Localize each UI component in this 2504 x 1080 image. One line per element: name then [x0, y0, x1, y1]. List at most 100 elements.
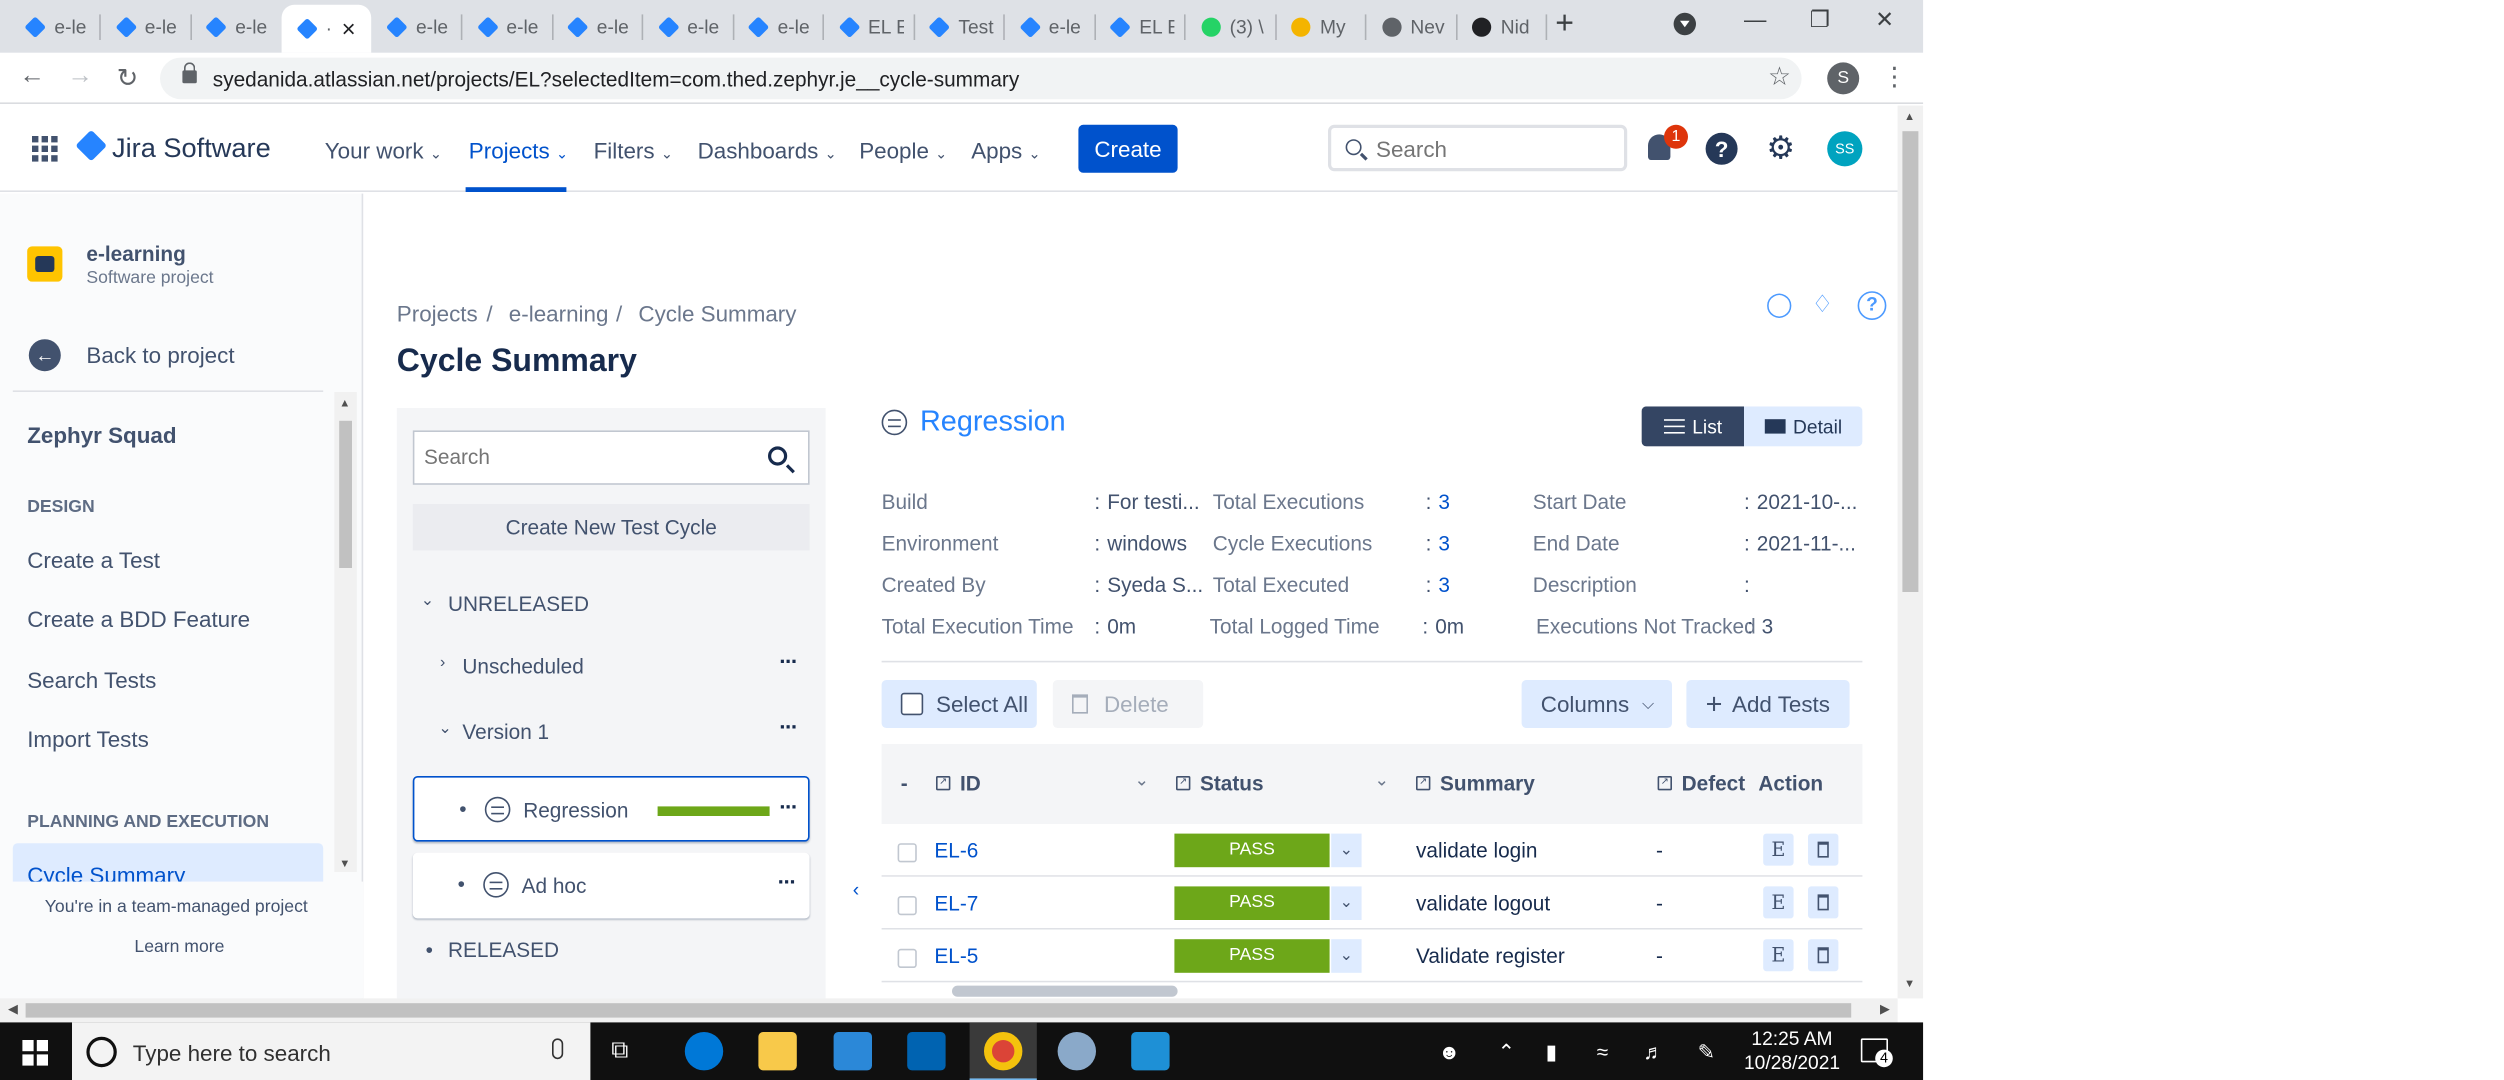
pin-icon[interactable]: ↗: [1176, 776, 1191, 791]
breadcrumb-projects[interactable]: Projects: [397, 301, 478, 327]
address-bar[interactable]: syedanida.atlassian.net/projects/EL?sele…: [160, 57, 1802, 100]
scroll-left-arrow-icon[interactable]: ◀: [8, 1002, 18, 1016]
jira-logo-icon[interactable]: [75, 129, 108, 162]
list-view-button[interactable]: List: [1641, 406, 1744, 447]
chevron-up-icon[interactable]: ⌃: [1498, 1040, 1515, 1066]
lightbulb-icon[interactable]: ◯: [1765, 291, 1794, 320]
cycle-card-ad-hoc[interactable]: • Ad hoc ···: [412, 852, 810, 919]
column-header-status[interactable]: Status: [1200, 771, 1264, 795]
minimize-icon[interactable]: —: [1744, 6, 1766, 32]
paint-icon[interactable]: [1057, 1032, 1096, 1071]
nav-dashboards[interactable]: Dashboards ⌄: [698, 138, 837, 164]
more-options-icon[interactable]: ···: [779, 714, 798, 740]
chrome-icon[interactable]: [984, 1032, 1023, 1071]
browser-tab[interactable]: EL E: [1101, 6, 1174, 46]
browser-tab[interactable]: e-le: [649, 6, 723, 46]
system-clock[interactable]: 12:25 AM 10/28/2021: [1744, 1027, 1840, 1075]
scroll-up-arrow-icon[interactable]: ▲: [339, 398, 350, 409]
browser-tab[interactable]: e-le: [739, 6, 813, 46]
columns-button[interactable]: Columns ⌵: [1521, 680, 1672, 728]
scroll-down-arrow-icon[interactable]: ▼: [339, 859, 350, 870]
browser-tab[interactable]: e-le: [16, 6, 90, 46]
issue-id-link[interactable]: EL-5: [934, 944, 978, 968]
row-checkbox[interactable]: [897, 948, 917, 968]
breadcrumb-project[interactable]: e-learning: [509, 301, 609, 327]
help-icon[interactable]: ?: [1705, 132, 1738, 165]
browser-tab[interactable]: My: [1282, 6, 1356, 46]
sidebar-item-import-tests[interactable]: Import Tests: [27, 726, 149, 752]
back-arrow-circle-icon[interactable]: ←: [28, 339, 61, 372]
add-tests-button[interactable]: + Add Tests: [1686, 680, 1850, 728]
nav-projects[interactable]: Projects ⌄: [469, 138, 568, 164]
status-badge[interactable]: PASS: [1174, 939, 1330, 973]
pin-icon[interactable]: ↗: [1416, 776, 1431, 791]
product-name[interactable]: Jira Software: [112, 133, 271, 165]
execute-button[interactable]: E: [1763, 833, 1794, 866]
project-name[interactable]: e-learning: [86, 242, 185, 266]
scrollbar-thumb[interactable]: [25, 1003, 1852, 1018]
column-header-id[interactable]: ID: [960, 771, 981, 795]
page-vertical-scrollbar[interactable]: ▲ ▼: [1897, 105, 1924, 999]
issue-id-link[interactable]: EL-6: [934, 838, 978, 862]
create-button[interactable]: Create: [1078, 124, 1178, 173]
nav-filters[interactable]: Filters ⌄: [594, 138, 673, 164]
tree-node-unscheduled[interactable]: Unscheduled: [462, 654, 583, 678]
close-tab-icon[interactable]: ×: [342, 15, 356, 42]
sidebar-item-search-tests[interactable]: Search Tests: [27, 667, 156, 693]
create-test-cycle-button[interactable]: Create New Test Cycle: [412, 504, 810, 551]
browser-tab[interactable]: e-le: [558, 6, 632, 46]
browser-tab[interactable]: (3) \: [1191, 6, 1265, 46]
close-window-icon[interactable]: ✕: [1875, 6, 1894, 33]
select-all-button[interactable]: Select All: [881, 680, 1037, 728]
sidebar-item-create-test[interactable]: Create a Test: [27, 547, 160, 573]
back-arrow-icon[interactable]: ←: [19, 62, 45, 91]
nav-your-work[interactable]: Your work ⌄: [325, 138, 442, 164]
pen-icon[interactable]: ✎: [1698, 1040, 1715, 1066]
action-center-icon[interactable]: 4: [1860, 1038, 1893, 1068]
scrollbar-thumb[interactable]: [339, 420, 352, 568]
store-icon[interactable]: [833, 1032, 872, 1071]
search-icon[interactable]: [768, 446, 788, 466]
row-checkbox[interactable]: [897, 896, 917, 916]
nav-people[interactable]: People ⌄: [859, 138, 947, 164]
browser-tab[interactable]: · ×: [280, 4, 371, 53]
pin-icon[interactable]: ↗: [936, 776, 951, 791]
scroll-down-arrow-icon[interactable]: ▼: [1904, 979, 1915, 990]
app-switcher-icon[interactable]: [32, 136, 58, 162]
collapse-panel-icon[interactable]: ‹: [853, 878, 859, 900]
more-options-icon[interactable]: ···: [779, 648, 798, 674]
browser-menu-icon[interactable]: ⋮: [1882, 61, 1908, 93]
bell-outline-icon[interactable]: ♢: [1808, 291, 1837, 320]
browser-profile-avatar[interactable]: S: [1827, 62, 1860, 95]
chevron-down-icon[interactable]: ⌄: [1331, 939, 1362, 973]
bookmark-star-icon[interactable]: ☆: [1768, 61, 1791, 93]
user-avatar[interactable]: SS: [1827, 131, 1863, 167]
task-view-icon[interactable]: ⧉: [611, 1037, 628, 1064]
browser-tab[interactable]: Test: [920, 6, 994, 46]
column-header-summary[interactable]: Summary: [1440, 771, 1535, 795]
global-search-input[interactable]: [1376, 134, 1616, 164]
chevron-right-icon[interactable]: ›: [440, 654, 445, 672]
browser-tab[interactable]: e-le: [378, 6, 452, 46]
scroll-up-arrow-icon[interactable]: ▲: [1904, 112, 1915, 123]
mail-icon[interactable]: [907, 1032, 946, 1071]
info-value-cycle-executions[interactable]: 3: [1438, 531, 1450, 555]
microphone-icon[interactable]: [552, 1038, 564, 1060]
battery-icon[interactable]: ▮: [1546, 1040, 1557, 1066]
column-header-select[interactable]: -: [901, 771, 908, 795]
chevron-down-icon[interactable]: ⌄: [1134, 770, 1149, 790]
page-horizontal-scrollbar[interactable]: ◀ ▶: [0, 998, 1898, 1023]
browser-tab[interactable]: EL E: [830, 6, 903, 46]
browser-tab[interactable]: Nev: [1372, 6, 1446, 46]
reload-icon[interactable]: ↻: [117, 62, 138, 94]
table-horizontal-scrollbar[interactable]: [881, 982, 1863, 999]
more-options-icon[interactable]: ···: [779, 794, 798, 820]
delete-row-icon[interactable]: [1808, 833, 1839, 866]
info-value-total-executions[interactable]: 3: [1438, 490, 1450, 514]
chevron-down-icon[interactable]: ⌄: [438, 720, 451, 738]
detail-view-button[interactable]: Detail: [1744, 406, 1863, 447]
tree-search[interactable]: [412, 430, 810, 485]
pin-icon[interactable]: ↗: [1657, 776, 1672, 791]
people-icon[interactable]: ☻: [1438, 1040, 1460, 1064]
chevron-down-icon[interactable]: ⌄: [421, 592, 434, 610]
